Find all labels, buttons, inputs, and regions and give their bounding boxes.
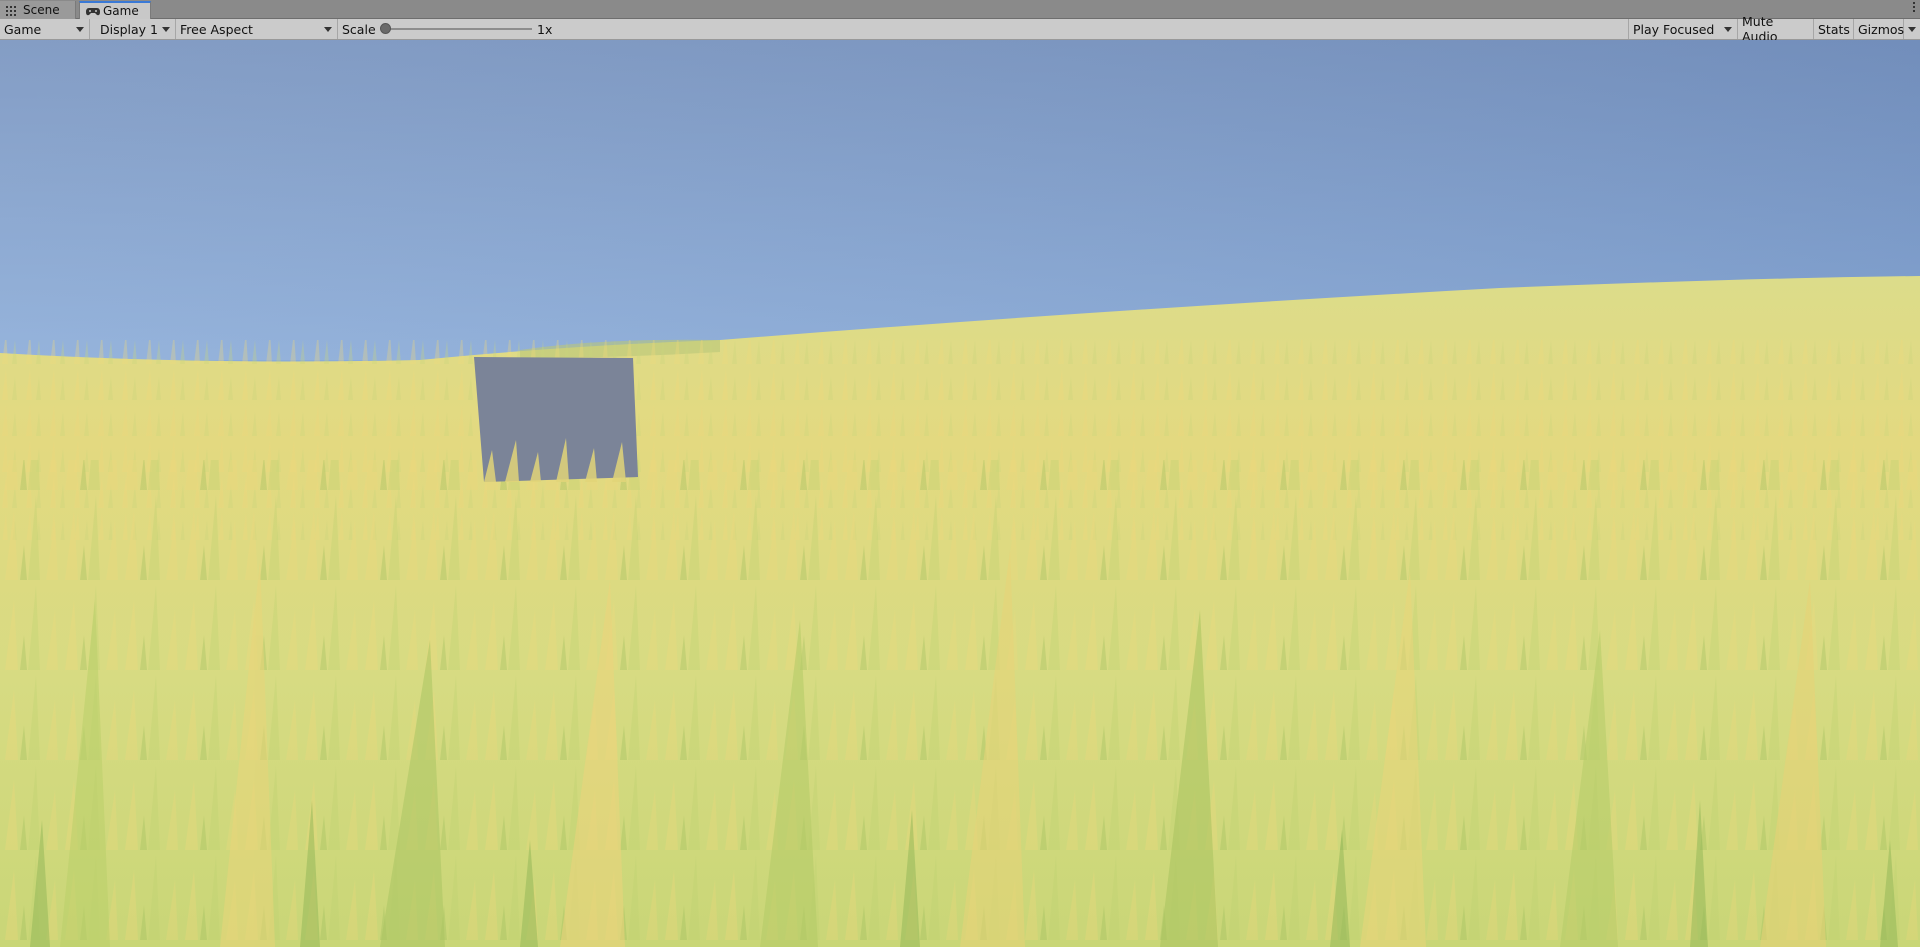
chevron-down-icon <box>324 27 332 32</box>
grid-icon <box>6 5 18 16</box>
mute-audio-toggle[interactable]: Mute Audio <box>1738 14 1814 44</box>
scale-value: 1x <box>533 19 573 39</box>
display-label: Display 1 <box>100 21 159 37</box>
window-tab-bar: Scene Game <box>0 0 1920 19</box>
play-mode-dropdown[interactable]: Play Focused <box>1628 19 1738 39</box>
chevron-down-icon <box>1724 27 1732 32</box>
kebab-menu-icon[interactable] <box>1913 2 1916 14</box>
gizmos-dropdown[interactable] <box>1904 19 1920 39</box>
tab-scene[interactable]: Scene <box>0 1 76 19</box>
tab-game[interactable]: Game <box>79 1 151 19</box>
view-mode-label: Game <box>4 21 42 37</box>
aspect-dropdown[interactable]: Free Aspect <box>176 19 338 39</box>
chevron-down-icon <box>76 27 84 32</box>
stats-label: Stats <box>1818 21 1850 37</box>
tab-scene-label: Scene <box>23 3 60 17</box>
play-mode-label: Play Focused <box>1633 21 1715 37</box>
display-dropdown[interactable]: Display 1 <box>96 19 176 39</box>
game-view-toolbar: Game Display 1 Free Aspect Scale 1x Play… <box>0 14 1920 44</box>
game-viewport[interactable] <box>0 40 1920 947</box>
stats-toggle[interactable]: Stats <box>1814 19 1854 39</box>
chevron-down-icon <box>1908 27 1916 32</box>
chevron-down-icon <box>162 27 170 32</box>
gizmos-label: Gizmos <box>1858 21 1905 37</box>
scale-slider-handle[interactable] <box>380 23 391 34</box>
scale-slider-track[interactable] <box>386 28 532 30</box>
scale-label: Scale <box>342 21 376 37</box>
view-mode-dropdown[interactable]: Game <box>0 19 90 39</box>
game-render <box>0 40 1920 947</box>
aspect-label: Free Aspect <box>180 21 253 37</box>
scale-value-label: 1x <box>537 21 553 37</box>
tab-game-label: Game <box>103 4 139 18</box>
gizmos-toggle[interactable]: Gizmos <box>1854 19 1904 39</box>
gamepad-icon <box>86 6 100 16</box>
cube-object <box>474 357 638 482</box>
